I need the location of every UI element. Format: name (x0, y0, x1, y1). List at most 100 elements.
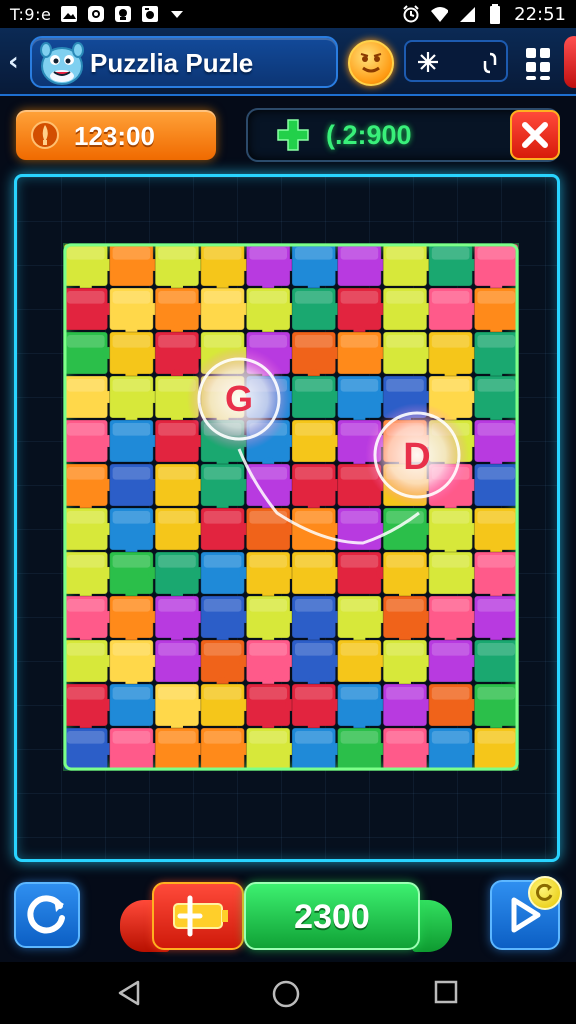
puzzle-piece-gloss (158, 467, 196, 480)
puzzle-piece-gloss (203, 731, 242, 744)
status-left-text: T:9:e (10, 4, 52, 24)
puzzle-piece-gloss (340, 379, 379, 392)
status-clock: 22:51 (514, 3, 566, 25)
puzzle-piece-gloss (203, 599, 242, 612)
puzzle-piece-gloss (249, 687, 287, 700)
puzzle-piece-gloss (112, 247, 151, 260)
puzzle-piece-gloss (249, 599, 287, 612)
puzzle-piece-gloss (386, 335, 424, 348)
puzzle-piece-gloss (203, 247, 242, 260)
puzzle-piece-gloss (67, 687, 105, 700)
puzzle-piece-gloss (431, 555, 470, 568)
puzzle-piece-gloss (203, 555, 242, 568)
home-circle-icon[interactable] (270, 978, 302, 1010)
puzzle-piece-gloss (340, 687, 379, 700)
status-bar: T:9:e 22:51 (0, 0, 576, 28)
recents-square-icon[interactable] (432, 978, 460, 1006)
puzzle-piece-gloss (67, 599, 105, 612)
puzzle-piece-gloss (295, 423, 333, 436)
exit-button[interactable] (564, 36, 576, 88)
puzzle-pieces (63, 243, 519, 771)
score-value: (.2:900 (326, 120, 412, 150)
puzzle-piece-gloss (67, 247, 105, 260)
puzzle-piece-gloss (67, 335, 105, 348)
puzzle-piece-gloss (477, 423, 515, 436)
puzzle-piece-gloss (67, 643, 105, 656)
puzzle-piece-gloss (295, 335, 333, 348)
puzzle-piece-gloss (386, 247, 424, 260)
dropbox-icon (114, 5, 132, 23)
puzzle-piece-gloss (203, 643, 242, 656)
puzzle-piece-gloss (112, 335, 151, 348)
page-title: Puzzlia Puzle (90, 48, 254, 78)
puzzle-piece-gloss (249, 467, 287, 480)
puzzle-piece-gloss (158, 599, 196, 612)
puzzle-board-frame: G D (14, 174, 560, 862)
puzzle-piece-gloss (431, 291, 470, 304)
puzzle-piece-gloss (295, 731, 333, 744)
puzzle-piece-gloss (431, 247, 470, 260)
puzzle-piece-gloss (67, 555, 105, 568)
battery-icon (486, 4, 504, 24)
puzzle-piece-gloss (477, 643, 515, 656)
bottom-score-display: 2300 (244, 882, 420, 950)
puzzle-piece-gloss (203, 467, 242, 480)
puzzle-piece-gloss (203, 335, 242, 348)
puzzle-piece-gloss (340, 291, 379, 304)
instagram-icon (87, 5, 105, 23)
puzzle-piece-gloss (295, 599, 333, 612)
signal-icon (458, 5, 476, 23)
system-nav-bar (0, 962, 576, 1024)
timer-pill: 123:00 (16, 110, 216, 160)
mascot-icon (36, 36, 88, 88)
puzzle-piece-gloss (477, 247, 515, 260)
close-button[interactable] (510, 110, 560, 160)
puzzle-piece-gloss (340, 599, 379, 612)
refresh-badge-icon[interactable] (528, 876, 562, 910)
puzzle-piece-gloss (203, 511, 242, 524)
puzzle-piece-gloss (477, 291, 515, 304)
back-chevron-icon[interactable]: ‹ (8, 46, 32, 78)
puzzle-piece-gloss (249, 555, 287, 568)
puzzle-piece-gloss (67, 467, 105, 480)
puzzle-piece-gloss (431, 335, 470, 348)
puzzle-piece-gloss (477, 379, 515, 392)
undo-button[interactable] (14, 882, 80, 948)
status-left: T:9:e (10, 5, 186, 24)
coin-face-icon[interactable] (348, 40, 394, 86)
puzzle-piece-gloss (249, 731, 287, 744)
puzzle-piece-gloss (112, 379, 151, 392)
timer-value: 123:00 (74, 121, 155, 151)
puzzle-piece-gloss (340, 247, 379, 260)
puzzle-piece-gloss (477, 687, 515, 700)
puzzle-piece-gloss (295, 379, 333, 392)
highlight-letter-1: G (225, 378, 253, 419)
close-x-icon (522, 122, 548, 148)
puzzle-piece-gloss (249, 335, 287, 348)
puzzle-piece-gloss (431, 511, 470, 524)
puzzle-piece-gloss (340, 731, 379, 744)
puzzle-piece-gloss (295, 511, 333, 524)
puzzle-piece-gloss (67, 731, 105, 744)
puzzle-piece-gloss (477, 731, 515, 744)
app-header: ‹ Puzzlia Puzle (0, 28, 576, 96)
settings-pill[interactable] (404, 40, 508, 82)
puzzle-piece-gloss (340, 511, 379, 524)
grid-menu-icon[interactable] (518, 40, 562, 84)
hint-button[interactable] (152, 882, 244, 950)
puzzle-board[interactable]: G D (63, 243, 519, 771)
highlight-letter-2: D (403, 436, 430, 478)
puzzle-piece-gloss (158, 687, 196, 700)
puzzle-piece-gloss (112, 511, 151, 524)
puzzle-piece-gloss (158, 335, 196, 348)
back-triangle-icon[interactable] (114, 978, 144, 1008)
puzzle-piece-gloss (340, 555, 379, 568)
puzzle-piece-gloss (67, 379, 105, 392)
snowflake-icon (416, 50, 440, 79)
link-icon (482, 51, 498, 80)
download-arrow-icon (168, 5, 186, 23)
puzzle-piece-gloss (158, 247, 196, 260)
puzzle-piece-gloss (477, 511, 515, 524)
puzzle-piece-gloss (158, 511, 196, 524)
plus-icon (276, 118, 310, 157)
